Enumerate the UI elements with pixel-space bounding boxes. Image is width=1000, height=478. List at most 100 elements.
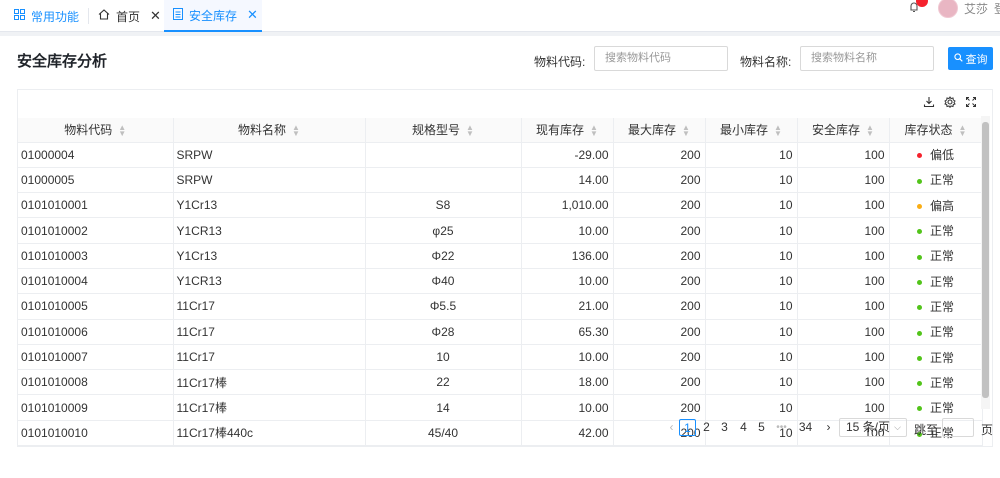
avatar[interactable]: [937, 0, 958, 18]
cell-max-stock: 200: [613, 217, 706, 244]
column-header-min[interactable]: 最小库存 ▲ ▼: [705, 118, 798, 143]
settings-icon[interactable]: [944, 96, 957, 109]
cell-current-stock: 42.00: [521, 420, 614, 447]
fullscreen-icon[interactable]: [965, 96, 978, 109]
tab-safety-stock[interactable]: 安全库存 ✕: [164, 0, 262, 32]
status-label: 正常: [929, 325, 954, 340]
material-name-input[interactable]: 搜索物料名称: [800, 46, 934, 71]
material-name-label: 物料名称:: [740, 55, 792, 69]
status-dot-icon: [916, 355, 922, 361]
cell-spec: [365, 142, 522, 168]
cell-material-name: 11Cr17棒: [173, 394, 366, 421]
status-label: 偏高: [929, 198, 954, 213]
page-last[interactable]: 34: [797, 419, 814, 436]
cell-spec: 45/40: [365, 420, 522, 447]
cell-spec: 22: [365, 369, 522, 396]
status-dot-icon: [916, 254, 922, 260]
table-row[interactable]: 0101010010 11Cr17棒440c 45/40 42.00 200 10 100 正…: [18, 420, 983, 447]
cell-safety-stock: 100: [797, 394, 890, 421]
cell-material-name: SRPW: [173, 142, 366, 168]
download-icon[interactable]: [923, 96, 936, 109]
table-row[interactable]: 0101010005 11Cr17 Φ5.5 21.00 200 10 100 正常: [18, 293, 983, 320]
cell-safety-stock: 100: [797, 217, 890, 244]
cell-stock-status: 正常: [889, 293, 983, 320]
table-row[interactable]: 0101010008 11Cr17棒 22 18.00 200 10 100 正常: [18, 369, 983, 396]
tab-common-functions[interactable]: 常用功能: [14, 0, 79, 32]
table-row[interactable]: 01000005 SRPW 14.00 200 10 100 正常: [18, 167, 983, 194]
cell-max-stock: 200: [613, 243, 706, 269]
cell-stock-status: 正常: [889, 319, 983, 345]
cell-min-stock: 10: [705, 268, 798, 295]
table-row[interactable]: 01000004 SRPW -29.00 200 10 100 偏低: [18, 142, 983, 168]
material-code-input[interactable]: 搜索物料代码: [594, 46, 728, 71]
prev-page-icon[interactable]: ‹: [663, 419, 680, 436]
cell-material-name: Y1Cr13: [173, 192, 366, 219]
tab-label: 安全库存: [189, 8, 238, 23]
status-label: 正常: [929, 375, 954, 390]
table-row[interactable]: 0101010002 Y1CR13 φ25 10.00 200 10 100 正常: [18, 217, 983, 244]
cell-max-stock: 200: [613, 319, 706, 345]
column-header-spec[interactable]: 规格型号 ▲ ▼: [365, 118, 522, 143]
table-scrollbar[interactable]: [981, 116, 990, 409]
page-5[interactable]: 5: [753, 419, 770, 436]
status-label: 正常: [929, 249, 954, 264]
user-name[interactable]: 艾莎: [964, 0, 988, 17]
cell-current-stock: 65.30: [521, 319, 614, 345]
column-header-code[interactable]: 物料代码 ▲ ▼: [18, 118, 174, 143]
page-size-value: 15 条/页: [846, 420, 891, 434]
cell-material-code: 01000004: [18, 142, 174, 168]
cell-safety-stock: 100: [797, 319, 890, 345]
search-button[interactable]: 查询: [948, 47, 993, 70]
column-header-status[interactable]: 库存状态 ▲ ▼: [889, 118, 983, 143]
jump-page-input[interactable]: [942, 418, 974, 437]
page-4[interactable]: 4: [735, 419, 752, 436]
page-1[interactable]: 1: [679, 419, 696, 436]
logout-link[interactable]: 登: [994, 0, 1000, 17]
bell-icon[interactable]: [908, 0, 928, 15]
close-icon[interactable]: ✕: [247, 7, 258, 23]
cell-spec: S8: [365, 192, 522, 219]
cell-stock-status: 正常: [889, 167, 983, 194]
table-row[interactable]: 0101010009 11Cr17棒 14 10.00 200 10 100 正常: [18, 394, 983, 421]
cell-min-stock: 10: [705, 344, 798, 371]
status-label: 正常: [929, 350, 954, 365]
table-row[interactable]: 0101010003 Y1Cr13 Φ22 136.00 200 10 100 正常: [18, 243, 983, 269]
page-2[interactable]: 2: [698, 419, 715, 436]
search-icon: [953, 52, 963, 65]
page-title: 安全库存分析: [17, 53, 108, 70]
scrollbar-thumb[interactable]: [982, 122, 989, 398]
tab-home[interactable]: 首页 ✕: [98, 0, 161, 32]
status-dot-icon: [916, 153, 922, 159]
table-row[interactable]: 0101010001 Y1Cr13 S8 1,010.00 200 10 100 偏高: [18, 192, 983, 219]
cell-stock-status: 正常: [889, 369, 983, 396]
table-row[interactable]: 0101010004 Y1CR13 Φ40 10.00 200 10 100 正常: [18, 268, 983, 295]
cell-safety-stock: 100: [797, 268, 890, 295]
status-dot-icon: [916, 305, 922, 311]
cell-max-stock: 200: [613, 394, 706, 421]
close-icon[interactable]: ✕: [150, 8, 161, 24]
cell-spec: 14: [365, 394, 522, 421]
column-header-max[interactable]: 最大库存 ▲ ▼: [613, 118, 706, 143]
page-ellipsis[interactable]: •••: [773, 419, 790, 436]
status-label: 正常: [929, 224, 954, 239]
cell-min-stock: 10: [705, 167, 798, 194]
page-size-select[interactable]: 15 条/页 ⌵: [839, 418, 907, 437]
cell-max-stock: 200: [613, 369, 706, 396]
cell-material-code: 0101010009: [18, 394, 174, 421]
cell-spec: [365, 167, 522, 194]
cell-safety-stock: 100: [797, 167, 890, 194]
status-dot-icon: [916, 381, 922, 387]
table-row[interactable]: 0101010007 11Cr17 10 10.00 200 10 100 正常: [18, 344, 983, 371]
column-header-stock[interactable]: 现有库存 ▲ ▼: [521, 118, 614, 143]
cell-spec: Φ40: [365, 268, 522, 295]
next-page-icon[interactable]: ›: [820, 419, 837, 436]
chevron-down-icon: ⌵: [894, 422, 901, 432]
page-3[interactable]: 3: [716, 419, 733, 436]
cell-stock-status: 正常: [889, 243, 983, 269]
grid-icon: [14, 9, 25, 23]
column-header-safe[interactable]: 安全库存 ▲ ▼: [797, 118, 890, 143]
column-header-name[interactable]: 物料名称 ▲ ▼: [173, 118, 366, 143]
notification-badge: [915, 0, 928, 7]
cell-safety-stock: 100: [797, 142, 890, 168]
table-row[interactable]: 0101010006 11Cr17 Φ28 65.30 200 10 100 正常: [18, 319, 983, 345]
